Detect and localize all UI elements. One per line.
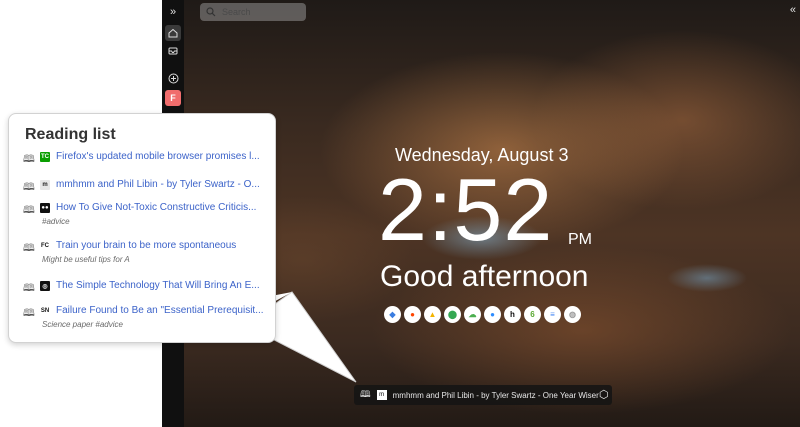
reading-list-title: Reading list [25,126,116,143]
search-icon [206,7,216,17]
more-shortcut-icon[interactable]: ◍ [564,306,581,323]
collapse-panel-icon[interactable]: « [790,4,796,16]
zoom-shortcut-icon[interactable]: ● [484,306,501,323]
google-drive-shortcut-icon[interactable]: ▲ [424,306,441,323]
reading-list-item[interactable]: 🕮 ●● How To Give Not-Toxic Constructive Cr… [23,202,271,227]
reddit-shortcut-icon[interactable]: ● [404,306,421,323]
cube-icon[interactable]: ⬡ [599,388,609,401]
reading-list-note: #advice [42,217,70,226]
drive-shortcut-icon[interactable]: ◆ [384,306,401,323]
reading-list-note: Might be useful tips for A [42,255,130,264]
search-placeholder: Search [222,7,251,17]
reading-item-title: mmhmm and Phil Libin - by Tyler Swartz -… [392,390,599,400]
search-bar[interactable]: Search [200,3,306,21]
reading-list-link[interactable]: Train your brain to be more spontaneous [56,240,271,251]
reading-list-panel: Reading list 🕮 TC Firefox's updated mobile… [8,113,276,343]
clock: 2:52 PM [378,165,618,255]
book-icon: 🕮 [23,283,35,294]
home-icon[interactable] [165,25,181,41]
site-favicon-icon: ●● [40,203,50,213]
site-favicon-icon: TC [40,152,50,162]
reading-list-item[interactable]: 🕮 SN Failure Found to Be an "Essential Pre… [23,305,271,330]
greeting: Good afternoon [380,260,589,293]
favicon-icon: m [376,390,387,400]
site-favicon-icon: ◎ [40,281,50,291]
reading-list-item[interactable]: 🕮 ◎ The Simple Technology That Will Bring … [23,280,271,305]
reading-item-preview[interactable]: 🕮 m mmhmm and Phil Libin - by Tyler Swar… [354,385,612,405]
expand-sidebar-icon[interactable]: » [165,4,181,20]
book-icon: 🕮 [23,205,35,216]
site-favicon-icon: SN [40,306,50,316]
reading-list-item[interactable]: 🕮 m mmhmm and Phil Libin - by Tyler Swartz… [23,179,271,204]
ampm-display: PM [568,231,592,248]
add-icon[interactable] [165,70,181,86]
reading-list-item[interactable]: 🕮 FC Train your brain to be more spontaneo… [23,240,271,265]
site-favicon-icon: m [40,180,50,190]
reading-list-link[interactable]: Firefox's updated mobile browser promise… [56,151,271,162]
sprout-shortcut-icon[interactable]: 6 [524,306,541,323]
docs-shortcut-icon[interactable]: ≡ [544,306,561,323]
inbox-icon[interactable] [165,43,181,59]
book-icon: 🕮 [23,154,35,165]
book-icon: 🕮 [23,182,35,193]
profile-avatar[interactable]: F [165,90,181,106]
book-icon: 🕮 [23,243,35,254]
screenshot-stage: » F Search « Wednesday, August 3 2:52 PM… [0,0,800,427]
time-display: 2:52 [378,160,554,259]
book-icon: 🕮 [360,389,371,399]
reading-list-link[interactable]: Failure Found to Be an "Essential Prereq… [56,305,271,316]
cloud-shortcut-icon[interactable]: ☁ [464,306,481,323]
hacker-shortcut-icon[interactable]: h [504,306,521,323]
reading-list-link[interactable]: mmhmm and Phil Libin - by Tyler Swartz -… [56,179,271,190]
reading-list-link[interactable]: How To Give Not-Toxic Constructive Criti… [56,202,271,213]
book-icon: 🕮 [23,308,35,319]
site-favicon-icon: FC [40,241,50,251]
reading-list-note: Science paper #advice [42,320,123,329]
shortcut-row: ◆ ● ▲ ⬤ ☁ ● h 6 ≡ ◍ [384,306,581,323]
reading-list-item[interactable]: 🕮 TC Firefox's updated mobile browser prom… [23,151,271,176]
google-maps-shortcut-icon[interactable]: ⬤ [444,306,461,323]
reading-list-link[interactable]: The Simple Technology That Will Bring An… [56,280,271,291]
